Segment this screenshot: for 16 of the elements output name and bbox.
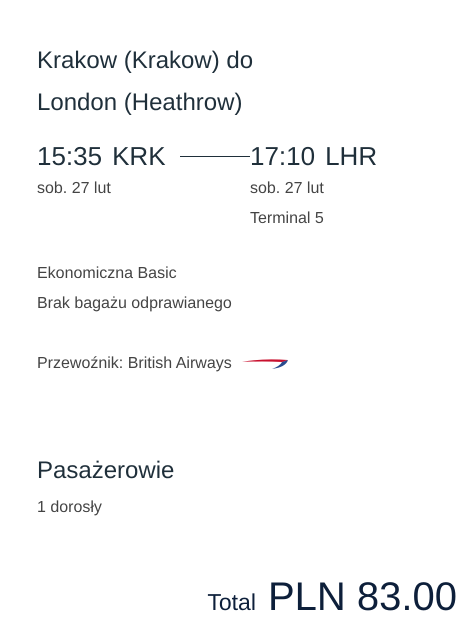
arrival-terminal: Terminal 5 [250, 209, 325, 229]
swoosh-icon [242, 358, 288, 370]
total-label: Total [207, 589, 256, 616]
total-amount: PLN 83.00 [268, 575, 457, 620]
fare-detail: Ekonomiczna Basic [37, 264, 178, 284]
departure-time: 15:35 [37, 140, 102, 172]
arrival-time: 17:10 [250, 140, 316, 172]
arrival-date: sob. 27 lut [250, 179, 325, 199]
arrival-airport-code: LHR [325, 140, 378, 172]
fare-detail: Brak bagażu odprawianego [37, 294, 233, 314]
passengers-heading: Pasażerowie [37, 457, 176, 485]
carrier-label: Przewoźnik: British Airways [37, 354, 232, 374]
departure-airport-code: KRK [112, 140, 166, 172]
departure-date: sob. 27 lut [37, 179, 112, 199]
passenger-count: 1 dorosły [37, 498, 103, 518]
flight-route-title: Krakow (Krakow) do London (Heathrow) [37, 46, 254, 118]
